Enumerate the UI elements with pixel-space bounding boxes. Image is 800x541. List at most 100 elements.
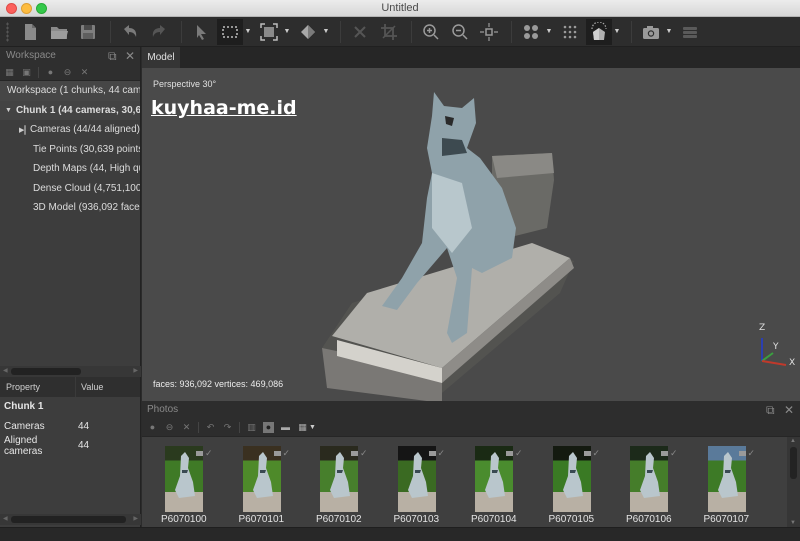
tab-model[interactable]: Model (142, 47, 180, 68)
open-button[interactable] (46, 19, 72, 45)
layers-icon (683, 26, 697, 38)
reset-filter-icon[interactable]: ▥ (246, 422, 257, 433)
photos-panel-header: Photos ⧉ ✕ (142, 401, 800, 418)
rectangle-selection-button[interactable] (217, 18, 243, 45)
resize-region-dropdown[interactable]: ▼ (283, 19, 291, 45)
photo-status-flags: ✓ (196, 448, 213, 459)
rotate-left-icon[interactable]: ↶ (205, 422, 216, 433)
crop-selection-button[interactable] (376, 19, 402, 45)
float-panel-icon[interactable]: ⧉ (766, 403, 775, 418)
save-button[interactable] (75, 19, 101, 45)
model-textured-button[interactable] (586, 18, 612, 45)
view-mode-icon[interactable]: ▦ (297, 422, 308, 433)
property-column-header[interactable]: Property (0, 377, 76, 397)
photos-panel-title: Photos (147, 404, 179, 415)
camera-flag-icon (738, 451, 746, 456)
close-panel-icon[interactable]: ✕ (125, 49, 135, 63)
dense-cloud-icon (563, 25, 577, 38)
point-cloud-dropdown[interactable]: ▼ (545, 19, 553, 45)
photo-status-flags: ✓ (738, 448, 755, 459)
collapse-arrow-icon[interactable]: ▼ (5, 107, 12, 114)
tree-item-depth-maps[interactable]: Depth Maps (44, High quality) (0, 159, 140, 179)
model-textured-dropdown[interactable]: ▼ (613, 19, 621, 45)
show-layers-button[interactable] (677, 19, 703, 45)
tree-item-label: Dense Cloud (4,751,100 points) (33, 182, 140, 194)
show-cameras-dropdown[interactable]: ▼ (665, 19, 673, 45)
tree-item-chunk[interactable]: ▼ Chunk 1 (44 cameras, 30,639 points) (0, 100, 140, 120)
add-photos-icon[interactable]: ▣ (21, 67, 32, 78)
properties-header: Property Value (0, 377, 140, 397)
chevron-down-icon[interactable]: ▼ (309, 424, 316, 431)
float-panel-icon[interactable]: ⧉ (108, 49, 117, 64)
delete-selection-button[interactable] (347, 19, 373, 45)
scroll-left-icon[interactable]: ◀ (3, 515, 8, 522)
camera-flag-icon (428, 451, 436, 456)
photos-vertical-scrollbar[interactable]: ▲ ▼ (787, 437, 800, 527)
properties-title: Chunk 1 (4, 401, 44, 413)
undo-button[interactable] (117, 19, 143, 45)
rotate-object-button[interactable] (295, 19, 321, 45)
close-panel-icon[interactable]: ✕ (784, 403, 794, 417)
model-viewport[interactable]: Perspective 30° kuyhaa-me.id faces: 936,… (142, 68, 800, 401)
toolbar-separator (340, 20, 341, 43)
photo-thumbnail[interactable]: ✓ P6070107 (704, 446, 778, 528)
disable-icon[interactable]: ⊖ (62, 67, 73, 78)
remove-cameras-icon[interactable]: ✕ (181, 422, 192, 433)
toolbar-separator (38, 66, 39, 78)
rotate-object-dropdown[interactable]: ▼ (322, 19, 330, 45)
undo-icon (124, 24, 137, 37)
remove-icon[interactable]: ✕ (79, 67, 90, 78)
photo-thumbnail[interactable]: ✓ P6070100 (161, 446, 235, 528)
tree-item-label: Tie Points (30,639 points) (33, 143, 140, 155)
toolbar-grip[interactable] (6, 21, 9, 42)
tree-item-workspace[interactable]: Workspace (1 chunks, 44 cameras) (0, 81, 140, 101)
disable-cameras-icon[interactable]: ⊖ (164, 422, 175, 433)
show-cameras-button[interactable] (638, 19, 664, 45)
zoom-in-button[interactable] (418, 19, 444, 45)
photo-thumbnail[interactable]: ✓ P6070103 (394, 446, 468, 528)
rectangle-selection-dropdown[interactable]: ▼ (244, 19, 252, 45)
photo-status-flags: ✓ (428, 448, 445, 459)
photo-thumbnail[interactable]: ✓ P6070101 (239, 446, 313, 528)
tree-item-3d-model[interactable]: 3D Model (936,092 faces) (0, 198, 140, 218)
dense-cloud-button[interactable] (557, 19, 583, 45)
show-masks-icon[interactable]: ● (263, 421, 274, 433)
scroll-right-icon[interactable]: ▶ (133, 367, 138, 374)
add-chunk-icon[interactable]: ▦ (4, 67, 15, 78)
point-cloud-button[interactable] (518, 19, 544, 45)
scroll-right-icon[interactable]: ▶ (133, 515, 138, 522)
tree-item-dense-cloud[interactable]: Dense Cloud (4,751,100 points) (0, 179, 140, 199)
resize-region-button[interactable] (256, 19, 282, 45)
workspace-horizontal-scrollbar[interactable]: ◀ ▶ (0, 366, 141, 377)
photo-thumbnail[interactable]: ✓ P6070105 (549, 446, 623, 528)
toolbar-separator (239, 421, 240, 433)
chevron-down-icon: ▼ (283, 28, 291, 35)
z-axis-label: Z (759, 323, 765, 333)
properties-horizontal-scrollbar[interactable]: ◀ ▶ (0, 514, 141, 525)
enable-icon[interactable]: ● (45, 67, 56, 78)
enable-cameras-icon[interactable]: ● (147, 422, 158, 433)
show-images-icon[interactable]: ▬ (280, 422, 291, 433)
photo-thumbnail[interactable]: ✓ P6070104 (471, 446, 545, 528)
tree-item-tie-points[interactable]: Tie Points (30,639 points) (0, 140, 140, 160)
rotate-right-icon[interactable]: ↷ (222, 422, 233, 433)
navigation-button[interactable] (188, 19, 214, 45)
scroll-left-icon[interactable]: ◀ (3, 367, 8, 374)
scrollbar-thumb[interactable] (11, 368, 81, 375)
scrollbar-thumb[interactable] (790, 447, 797, 479)
scrollbar-thumb[interactable] (11, 516, 126, 523)
scroll-down-icon[interactable]: ▼ (790, 520, 796, 526)
photo-status-flags: ✓ (273, 448, 290, 459)
point-cloud-icon (524, 24, 538, 39)
rect-select-icon (222, 25, 238, 38)
zoom-out-button[interactable] (447, 19, 473, 45)
new-document-button[interactable] (17, 19, 43, 45)
photo-thumbnail[interactable]: ✓ P6070106 (626, 446, 700, 528)
scroll-up-icon[interactable]: ▲ (790, 438, 796, 444)
camera-flag-icon (661, 451, 668, 456)
reset-view-button[interactable] (476, 19, 502, 45)
photo-thumbnail[interactable]: ✓ P6070102 (316, 446, 390, 528)
redo-button[interactable] (146, 19, 172, 45)
value-column-header[interactable]: Value (76, 382, 103, 392)
tree-item-cameras[interactable]: ▶ Cameras (44/44 aligned) (0, 120, 140, 140)
